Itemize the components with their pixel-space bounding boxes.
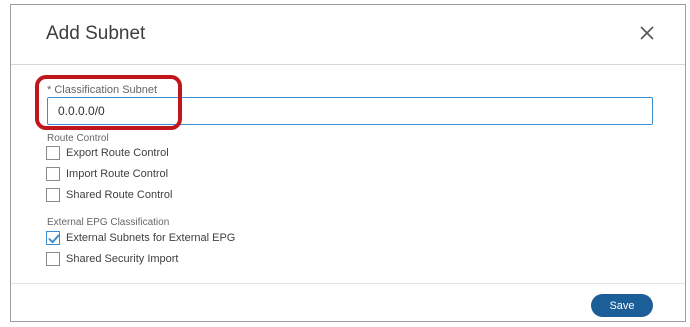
dialog-header: Add Subnet (11, 5, 685, 65)
shared-security-import-checkbox[interactable]: Shared Security Import (46, 251, 179, 267)
dialog-title: Add Subnet (46, 23, 146, 44)
shared-route-control-checkbox[interactable]: Shared Route Control (46, 187, 172, 203)
checkbox-label: Shared Security Import (66, 253, 179, 265)
classification-subnet-label: * Classification Subnet (47, 84, 158, 96)
checkbox-label: External Subnets for External EPG (66, 232, 236, 244)
save-button[interactable]: Save (591, 294, 653, 317)
checkbox-box[interactable] (46, 252, 60, 266)
external-epg-classification-title: External EPG Classification (47, 217, 170, 228)
classification-subnet-input[interactable] (47, 97, 653, 125)
checkbox-label: Shared Route Control (66, 189, 173, 201)
dialog-footer (11, 283, 685, 324)
import-route-control-checkbox[interactable]: Import Route Control (46, 166, 168, 182)
checkbox-label: Import Route Control (66, 168, 169, 180)
checkbox-box[interactable] (46, 167, 60, 181)
checkbox-box[interactable] (46, 146, 60, 160)
checkbox-box[interactable] (46, 188, 60, 202)
add-subnet-dialog: Add Subnet * Classification Subnet Route… (10, 4, 686, 322)
checkbox-box[interactable] (46, 231, 60, 245)
external-subnets-checkbox[interactable]: External Subnets for External EPG (46, 230, 235, 246)
checkbox-label: Export Route Control (66, 147, 169, 159)
export-route-control-checkbox[interactable]: Export Route Control (46, 145, 169, 161)
checkmark-icon (48, 234, 60, 244)
close-icon[interactable] (637, 23, 657, 43)
route-control-title: Route Control (47, 133, 109, 144)
